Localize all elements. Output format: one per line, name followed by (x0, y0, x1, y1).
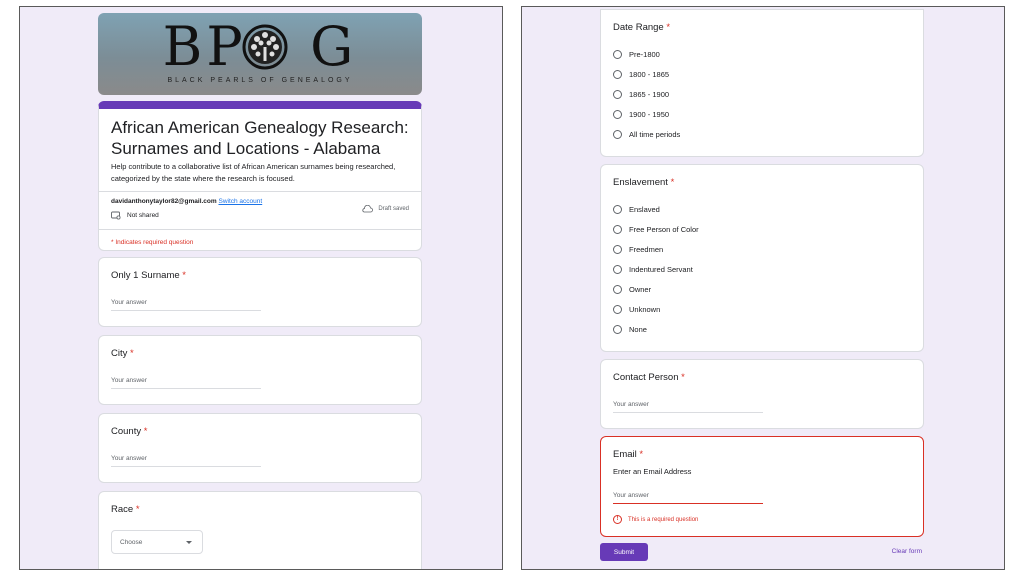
divider (99, 191, 421, 192)
radio-option[interactable]: Owner (613, 285, 651, 294)
city-input[interactable]: Your answer (111, 375, 261, 389)
radio-option[interactable]: None (613, 325, 647, 334)
submit-button[interactable]: Submit (600, 543, 648, 561)
question-card-enslavement: Enslavement * Enslaved Free Person of Co… (600, 164, 924, 352)
left-screenshot-panel: BP G BLACK PEARLS OF GENEALOGY African A… (19, 6, 503, 570)
radio-option[interactable]: Indentured Servant (613, 265, 693, 274)
radio-option[interactable]: Enslaved (613, 205, 660, 214)
question-title: Email * (613, 449, 644, 460)
question-card-surname: Only 1 Surname * Your answer (98, 257, 422, 327)
draft-status-label: Draft saved (378, 206, 409, 212)
radio-button[interactable] (613, 225, 622, 234)
radio-button[interactable] (613, 285, 622, 294)
radio-option[interactable]: Freedmen (613, 245, 663, 254)
question-title: County * (111, 426, 148, 437)
question-title: Only 1 Surname * (111, 270, 186, 281)
banner-tagline: BLACK PEARLS OF GENEALOGY (167, 77, 353, 84)
radio-button[interactable] (613, 70, 622, 79)
account-info: davidanthonytaylor82@gmail.com Switch ac… (111, 198, 262, 205)
not-shared-status: Not shared (111, 211, 159, 220)
radio-button[interactable] (613, 265, 622, 274)
radio-button[interactable] (613, 245, 622, 254)
error-icon: ! (613, 515, 622, 524)
radio-button[interactable] (613, 305, 622, 314)
form-banner: BP G BLACK PEARLS OF GENEALOGY (98, 13, 422, 95)
question-title: Race * (111, 504, 140, 515)
divider (99, 229, 421, 230)
draft-status: Draft saved (361, 205, 409, 213)
validation-error: ! This is a required question (613, 515, 698, 524)
question-title: Enslavement * (613, 177, 675, 188)
radio-button[interactable] (613, 205, 622, 214)
radio-option[interactable]: Free Person of Color (613, 225, 699, 234)
tree-logo-icon (242, 24, 288, 70)
switch-account-link[interactable]: Switch account (218, 198, 262, 205)
question-card-contact: Contact Person * Your answer (600, 359, 924, 429)
race-dropdown-value: Choose (120, 539, 143, 546)
radio-option[interactable]: Unknown (613, 305, 660, 314)
surname-input[interactable]: Your answer (111, 297, 261, 311)
county-input[interactable]: Your answer (111, 453, 261, 467)
radio-button[interactable] (613, 130, 622, 139)
radio-option[interactable]: 1800 - 1865 (613, 70, 669, 79)
question-card-county: County * Your answer (98, 413, 422, 483)
question-card-city: City * Your answer (98, 335, 422, 405)
question-card-race: Race * Choose (98, 491, 422, 569)
question-card-email: Email * Enter an Email Address Your answ… (600, 436, 924, 537)
radio-button[interactable] (613, 90, 622, 99)
not-shared-label: Not shared (127, 212, 159, 219)
radio-button[interactable] (613, 325, 622, 334)
chevron-down-icon (186, 541, 192, 544)
question-description: Enter an Email Address (613, 467, 692, 476)
right-screenshot-panel: Date Range * Pre-1800 1800 - 1865 1865 -… (521, 6, 1005, 570)
clear-form-button[interactable]: Clear form (892, 548, 922, 555)
required-note: * Indicates required question (111, 239, 194, 246)
cloud-saved-icon (362, 205, 374, 213)
not-shared-icon (111, 211, 121, 220)
form-header-card: African American Genealogy Research: Sur… (98, 101, 422, 251)
email-input[interactable]: Your answer (613, 490, 763, 504)
error-text: This is a required question (628, 516, 699, 523)
race-dropdown[interactable]: Choose (111, 530, 203, 554)
question-title: Contact Person * (613, 372, 685, 383)
radio-option[interactable]: 1900 - 1950 (613, 110, 669, 119)
contact-person-input[interactable]: Your answer (613, 399, 763, 413)
question-title: Date Range * (613, 22, 671, 33)
account-email: davidanthonytaylor82@gmail.com (111, 198, 217, 205)
form-description: Help contribute to a collaborative list … (111, 162, 396, 183)
radio-option[interactable]: 1865 - 1900 (613, 90, 669, 99)
question-card-date-range: Date Range * Pre-1800 1800 - 1865 1865 -… (600, 9, 924, 157)
radio-button[interactable] (613, 110, 622, 119)
radio-option[interactable]: Pre-1800 (613, 50, 660, 59)
radio-button[interactable] (613, 50, 622, 59)
form-title: African American Genealogy Research: Sur… (111, 118, 409, 158)
radio-option[interactable]: All time periods (613, 130, 680, 139)
question-title: City * (111, 348, 134, 359)
